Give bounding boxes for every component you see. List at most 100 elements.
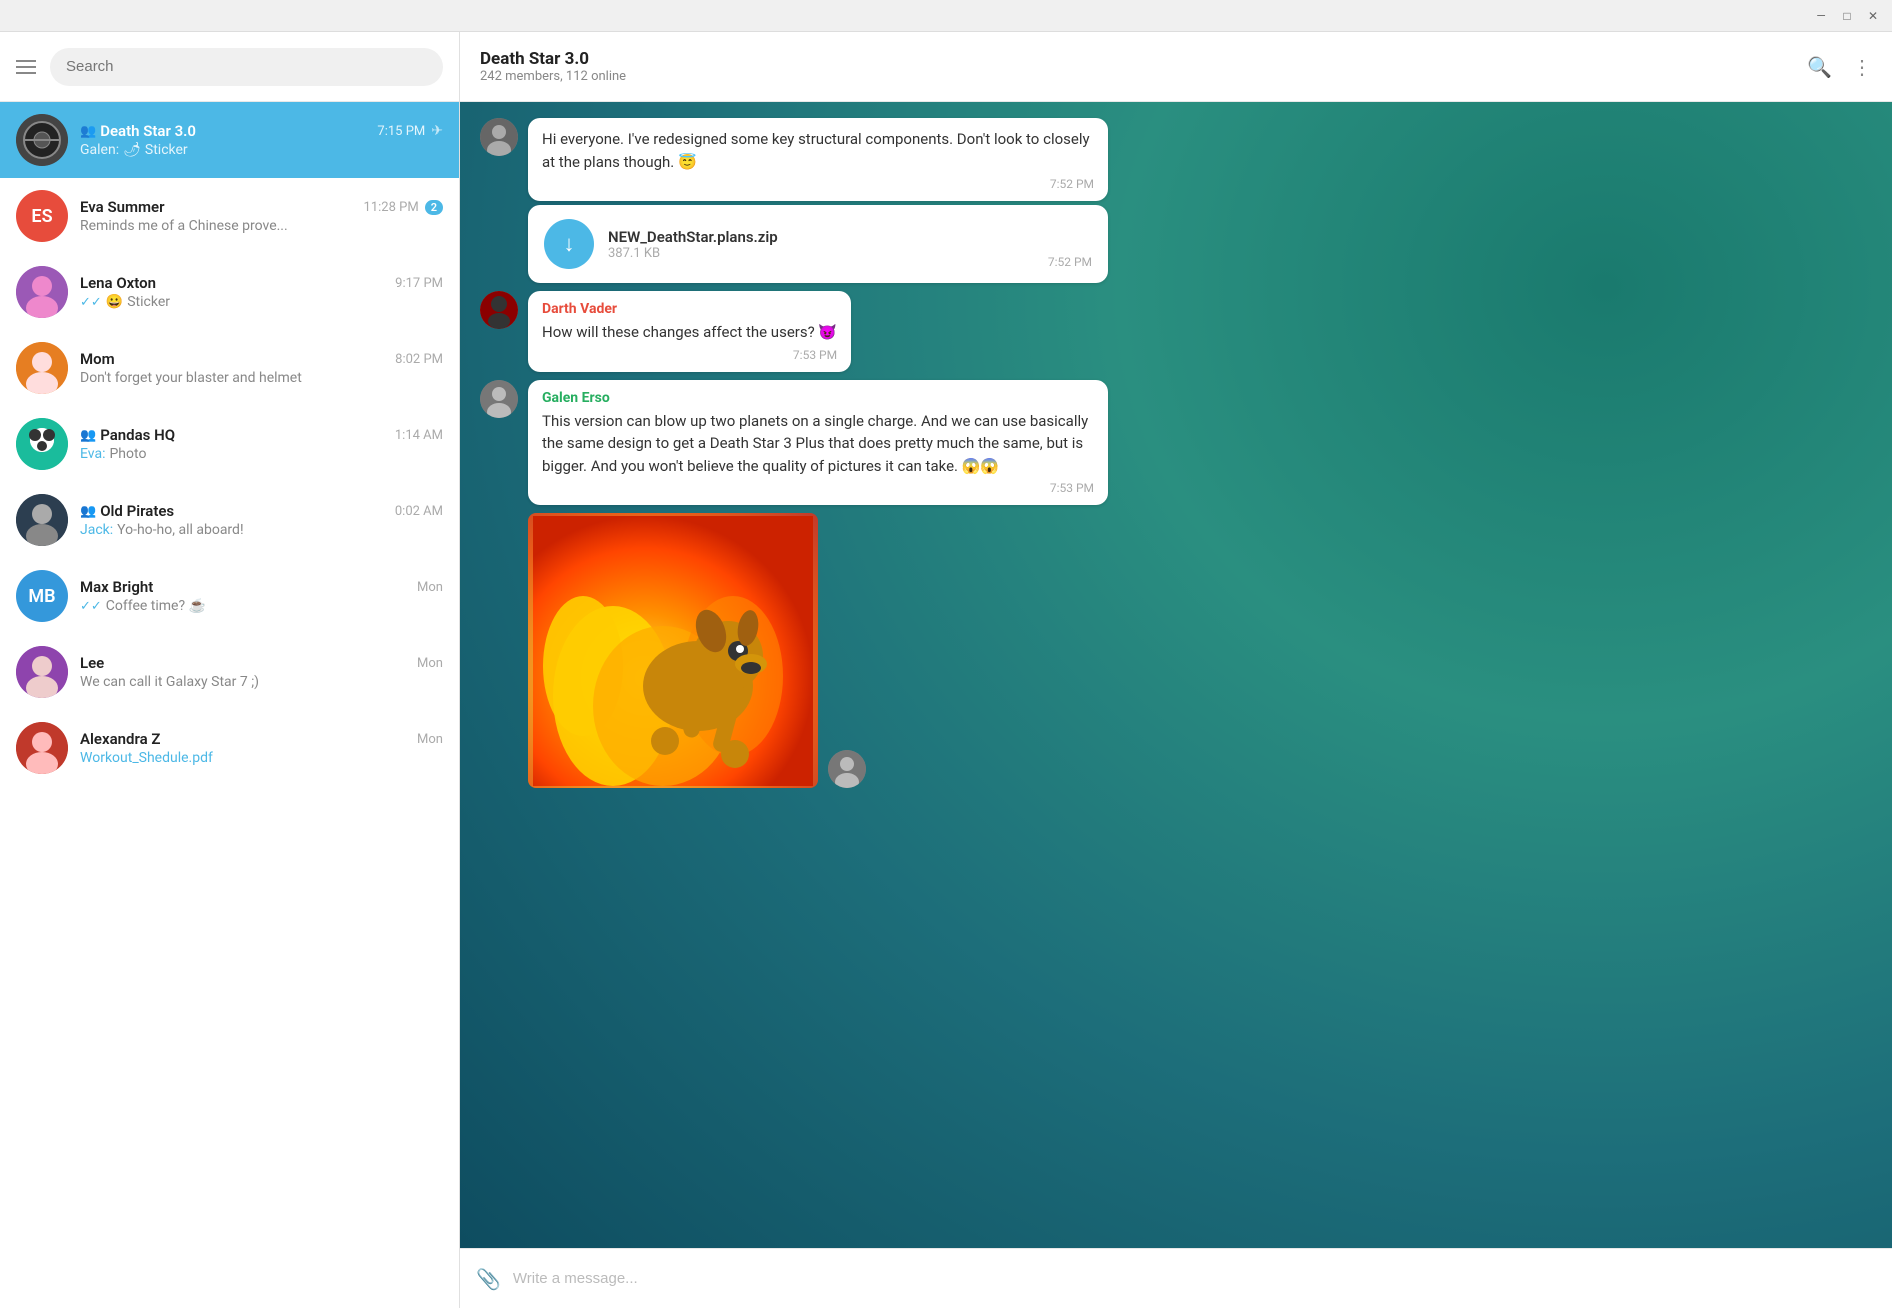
chat-panel: Death Star 3.0 242 members, 112 online 🔍… [460,32,1892,1308]
msg-avatar-sticker-sender [828,750,866,788]
chat-info-pandas-hq: 👥 Pandas HQ 1:14 AM Eva: Photo [80,426,443,462]
chat-top-old-pirates: 👥 Old Pirates 0:02 AM [80,502,443,520]
message-wrapper-1: Hi everyone. I've redesigned some key st… [480,118,1872,283]
sender-name-darth: Darth Vader [542,301,837,317]
hamburger-line-3 [16,72,36,74]
chat-item-lee[interactable]: Lee Mon We can call it Galaxy Star 7 ;) [0,634,459,710]
message-bubble-darth: Darth Vader How will these changes affec… [528,291,851,372]
chat-item-old-pirates[interactable]: 👥 Old Pirates 0:02 AM Jack: Yo-ho-ho, al… [0,482,459,558]
chat-time-max-bright: Mon [417,580,443,595]
chat-preview-sender: Jack: [80,522,113,538]
chat-info-lena-oxton: Lena Oxton 9:17 PM ✓✓ 😀 Sticker [80,274,443,310]
chat-info-alexandra-z: Alexandra Z Mon Workout_Shedule.pdf [80,730,443,766]
chat-preview-text: Don't forget your blaster and helmet [80,370,302,386]
chat-info-max-bright: Max Bright Mon ✓✓ Coffee time? ☕ [80,578,443,614]
chat-preview-eva-summer: Reminds me of a Chinese prove... [80,218,443,234]
app-container: 👥 Death Star 3.0 7:15 PM ✈ Galen: 🌶 Stic… [0,32,1892,1308]
chat-name-death-star: 👥 Death Star 3.0 [80,122,196,140]
chat-top-death-star: 👥 Death Star 3.0 7:15 PM ✈ [80,122,443,140]
maximize-button[interactable]: □ [1840,9,1854,23]
pin-icon: ✈ [431,123,443,139]
chat-preview-lee: We can call it Galaxy Star 7 ;) [80,674,443,690]
chat-preview-text: Photo [109,446,146,462]
chat-preview-mom: Don't forget your blaster and helmet [80,370,443,386]
group-icon: 👥 [80,504,96,519]
more-options-icon[interactable]: ⋮ [1852,55,1872,79]
unread-badge: 2 [425,200,443,215]
chat-top-mom: Mom 8:02 PM [80,350,443,368]
sticker-area [480,513,1872,788]
chat-item-mom[interactable]: Mom 8:02 PM Don't forget your blaster an… [0,330,459,406]
file-info: NEW_DeathStar.plans.zip 387.1 KB [608,228,1034,261]
msg-time-1: 7:52 PM [542,177,1094,191]
compose-input[interactable] [513,1270,1876,1287]
compose-area: 📎 [460,1248,1892,1308]
avatar-pandas-hq [16,418,68,470]
chat-preview-link: Workout_Shedule.pdf [80,750,213,766]
sticker-image [528,513,818,788]
chat-top-lena-oxton: Lena Oxton 9:17 PM [80,274,443,292]
msg-avatar-galen [480,380,518,418]
chat-preview-text: We can call it Galaxy Star 7 ;) [80,674,259,690]
close-button[interactable]: ✕ [1866,9,1880,23]
chat-time-pandas-hq: 1:14 AM [395,428,443,443]
msg-text-darth: How will these changes affect the users?… [542,321,837,344]
chat-name-alexandra-z: Alexandra Z [80,730,160,748]
chat-item-eva-summer[interactable]: ES Eva Summer 11:28 PM 2 Reminds me of a… [0,178,459,254]
avatar-lena-oxton [16,266,68,318]
chat-item-lena-oxton[interactable]: Lena Oxton 9:17 PM ✓✓ 😀 Sticker [0,254,459,330]
file-name: NEW_DeathStar.plans.zip [608,228,1034,246]
msg-avatar-1 [480,118,518,156]
msg-time-file: 7:52 PM [1048,255,1092,269]
chat-name-old-pirates: 👥 Old Pirates [80,502,174,520]
sidebar-header [0,32,459,102]
chat-preview-text: Sticker [145,142,188,158]
hamburger-line-1 [16,60,36,62]
message-bubble-1: Hi everyone. I've redesigned some key st… [528,118,1108,201]
search-box[interactable] [50,48,443,86]
sidebar: 👥 Death Star 3.0 7:15 PM ✈ Galen: 🌶 Stic… [0,32,460,1308]
chat-preview-text: Reminds me of a Chinese prove... [80,218,288,234]
chat-info-mom: Mom 8:02 PM Don't forget your blaster an… [80,350,443,386]
chat-preview-sender: Eva: [80,446,105,462]
chat-list: 👥 Death Star 3.0 7:15 PM ✈ Galen: 🌶 Stic… [0,102,459,1308]
avatar-max-bright: MB [16,570,68,622]
sender-name-galen: Galen Erso [542,390,1094,406]
chat-item-pandas-hq[interactable]: 👥 Pandas HQ 1:14 AM Eva: Photo [0,406,459,482]
chat-item-death-star[interactable]: 👥 Death Star 3.0 7:15 PM ✈ Galen: 🌶 Stic… [0,102,459,178]
chat-item-max-bright[interactable]: MB Max Bright Mon ✓✓ Coffee time? ☕ [0,558,459,634]
chat-time-lena-oxton: 9:17 PM [395,276,443,291]
file-download-icon[interactable]: ↓ [544,219,594,269]
msg-text-galen: This version can blow up two planets on … [542,410,1094,478]
msg-avatar-darth [480,291,518,329]
chat-top-alexandra-z: Alexandra Z Mon [80,730,443,748]
chat-preview-max-bright: ✓✓ Coffee time? ☕ [80,598,443,614]
chat-preview-sender: Galen: [80,142,119,158]
group-icon: 👥 [80,428,96,443]
minimize-button[interactable]: — [1814,9,1828,23]
chat-name-mom: Mom [80,350,115,368]
hamburger-button[interactable] [16,60,36,74]
chat-header-subtitle: 242 members, 112 online [480,69,626,84]
message-bubble-file: ↓ NEW_DeathStar.plans.zip 387.1 KB 7:52 … [528,205,1108,283]
attach-button[interactable]: 📎 [476,1267,501,1291]
chat-time-mom: 8:02 PM [395,352,443,367]
chat-item-alexandra-z[interactable]: Alexandra Z Mon Workout_Shedule.pdf [0,710,459,786]
avatar-alexandra-z [16,722,68,774]
chat-header-name: Death Star 3.0 [480,49,626,69]
chat-preview-old-pirates: Jack: Yo-ho-ho, all aboard! [80,522,443,538]
chat-info-eva-summer: Eva Summer 11:28 PM 2 Reminds me of a Ch… [80,198,443,234]
group-icon: 👥 [80,124,96,139]
search-icon[interactable]: 🔍 [1807,55,1832,79]
chat-preview-lena-oxton: ✓✓ 😀 Sticker [80,294,443,310]
chat-time-eva-summer: 11:28 PM [364,200,419,215]
chat-header: Death Star 3.0 242 members, 112 online 🔍… [460,32,1892,102]
chat-preview-alexandra-z: Workout_Shedule.pdf [80,750,443,766]
chat-time-death-star: 7:15 PM [377,124,425,139]
search-input[interactable] [66,58,427,75]
avatar-mom [16,342,68,394]
chat-time-lee: Mon [417,656,443,671]
chat-top-lee: Lee Mon [80,654,443,672]
chat-top-pandas-hq: 👥 Pandas HQ 1:14 AM [80,426,443,444]
msg-time-darth: 7:53 PM [542,348,837,362]
